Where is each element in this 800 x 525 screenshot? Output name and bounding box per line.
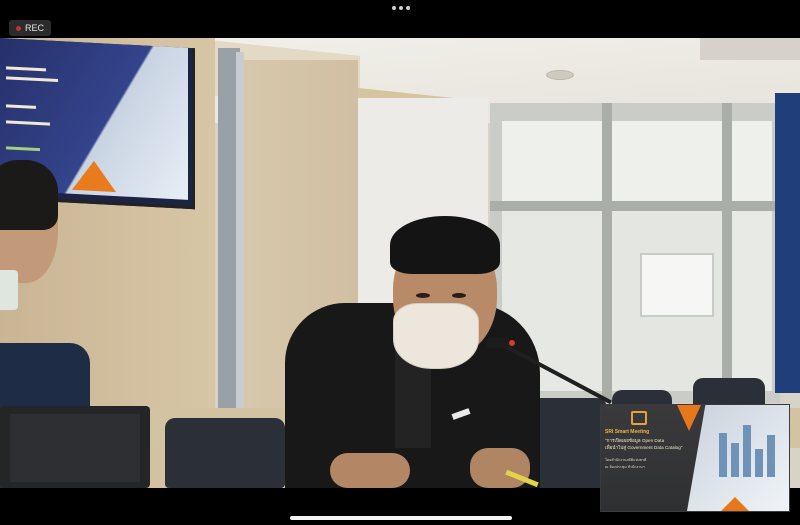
pip-orange-shape (677, 405, 701, 431)
ceiling-vent (700, 38, 800, 60)
pip-chart-bar (743, 425, 751, 477)
window-pane (732, 121, 772, 201)
tv-line (6, 66, 46, 72)
chair (165, 418, 285, 488)
speaker-eye (416, 293, 430, 298)
rec-badge: REC (9, 20, 52, 36)
tv-line (6, 76, 58, 83)
pip-chart-bar (755, 449, 763, 477)
participant-left-hair (0, 160, 58, 230)
window-pane (732, 211, 772, 391)
building-outside (640, 253, 714, 317)
microphone-icon (486, 338, 510, 348)
dot (392, 6, 396, 10)
window-pane (612, 121, 722, 201)
more-dots-icon[interactable] (392, 4, 410, 12)
pip-subtitle-2: เพื่อนำไปสู่ Government Data Catalog" (605, 445, 683, 450)
window-transom (490, 201, 780, 211)
pip-chart-bar (719, 433, 727, 477)
tv-orange-shape (72, 159, 116, 193)
top-bar: REC (0, 0, 800, 38)
tv-line (6, 120, 50, 126)
participant-left-mask (0, 270, 18, 310)
window-mullion (602, 103, 612, 403)
speaker-hair (390, 216, 500, 274)
pip-subtitle-1: "การเปิดเผยข้อมูล Open Data (605, 438, 665, 443)
laptop-lid (10, 414, 140, 482)
pip-chart-bar (767, 435, 775, 477)
dot (399, 6, 403, 10)
blue-panel (775, 93, 800, 393)
organization-logo-icon (631, 411, 647, 425)
microphone-led (509, 340, 515, 346)
pillar-highlight (236, 52, 244, 408)
picture-in-picture-presentation[interactable]: SRI Smart Meeting "การเปิดเผยข้อมูล Open… (600, 404, 790, 512)
pip-detail-2: ณ ห้องประชุม สำนักงานฯ (605, 465, 645, 469)
pip-title: SRI Smart Meeting (605, 429, 650, 435)
ceiling-light (546, 70, 574, 80)
laptop (0, 406, 150, 488)
tv-line (6, 104, 36, 109)
tv-line (6, 146, 40, 152)
pip-chart-bar (731, 443, 739, 477)
pip-detail-1: โดยสำนักงานสถิติแห่งชาติ (605, 458, 647, 462)
rec-label: REC (25, 23, 45, 33)
record-dot-icon (16, 25, 21, 31)
dot (406, 6, 410, 10)
home-indicator[interactable] (290, 516, 512, 520)
speaker-hand (330, 453, 410, 488)
window-mullion (722, 103, 732, 403)
speaker-hand (470, 448, 530, 488)
pip-orange-shape (721, 497, 749, 511)
speaker-eye (452, 293, 466, 298)
speaker-mask (393, 303, 479, 369)
window-pane (502, 121, 602, 201)
